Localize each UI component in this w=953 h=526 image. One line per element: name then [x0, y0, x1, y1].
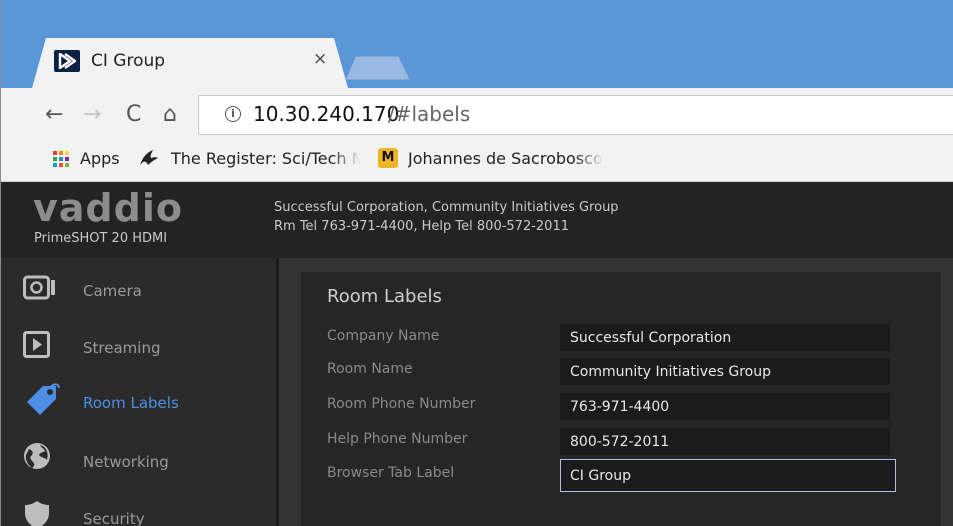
back-arrow-icon[interactable]: ←: [45, 103, 63, 127]
tab-title: CI Group: [91, 51, 166, 71]
device-model: PrimeSHOT 20 HDMI: [34, 231, 168, 246]
url-path: /#labels: [388, 102, 471, 126]
sidebar-item-camera[interactable]: Camera: [1, 272, 276, 326]
apps-grid-icon[interactable]: [53, 151, 71, 169]
mizzou-m-icon[interactable]: M: [378, 148, 398, 168]
url-host: 10.30.240.170: [253, 102, 400, 126]
sidebar-item-label: Networking: [83, 453, 169, 471]
bookmark-johannes-de-sacrobosco[interactable]: Johannes de Sacrobosco: [408, 149, 604, 168]
browser-window: CI Group × ← → C ⌂ i 10.30.240.170 /#lab…: [0, 0, 953, 526]
play-icon: [23, 331, 63, 363]
sidebar-item-label: Room Labels: [83, 394, 179, 412]
bookmark-apps[interactable]: Apps: [80, 149, 120, 168]
sidebar-item-label: Camera: [83, 282, 142, 300]
sidebar-item-label: Security: [83, 510, 145, 526]
browser-tab-label-field[interactable]: [560, 459, 896, 492]
room-name-field[interactable]: [560, 358, 890, 385]
room-phone-label: Room Phone Number: [327, 396, 476, 412]
bookmark-the-register[interactable]: The Register: Sci/Tech News: [171, 149, 361, 168]
help-phone-field[interactable]: [560, 428, 890, 455]
sidebar-item-streaming[interactable]: Streaming: [1, 326, 276, 380]
help-phone-label: Help Phone Number: [327, 431, 468, 447]
tab-close-icon[interactable]: ×: [313, 49, 327, 69]
room-phone-field[interactable]: [560, 393, 890, 420]
header-company-room: Successful Corporation, Community Initia…: [274, 200, 619, 215]
tag-icon: [23, 382, 63, 415]
panel-title: Room Labels: [327, 286, 442, 307]
reload-icon[interactable]: C: [126, 103, 141, 127]
room-name-label: Room Name: [327, 361, 413, 377]
site-info-icon[interactable]: i: [225, 106, 241, 122]
sidebar-item-room-labels[interactable]: Room Labels: [1, 380, 276, 434]
globe-icon: [23, 442, 63, 474]
sidebar-item-networking[interactable]: Networking: [1, 434, 276, 488]
sidebar-item-label: Streaming: [83, 339, 161, 357]
vaddio-logo: vaddio: [33, 186, 183, 230]
shield-icon: [23, 500, 63, 526]
sidebar-item-security[interactable]: Security: [1, 488, 276, 526]
camera-icon: [23, 274, 63, 306]
forward-arrow-icon[interactable]: →: [83, 103, 101, 127]
company-name-field[interactable]: [560, 324, 890, 351]
vaddio-favicon-icon: [54, 50, 80, 72]
browser-tab-label-label: Browser Tab Label: [327, 465, 455, 481]
home-icon[interactable]: ⌂: [163, 103, 177, 127]
register-vulture-icon[interactable]: [137, 148, 159, 173]
header-phone-numbers: Rm Tel 763-971-4400, Help Tel 800-572-20…: [274, 219, 569, 234]
company-name-label: Company Name: [327, 328, 440, 344]
